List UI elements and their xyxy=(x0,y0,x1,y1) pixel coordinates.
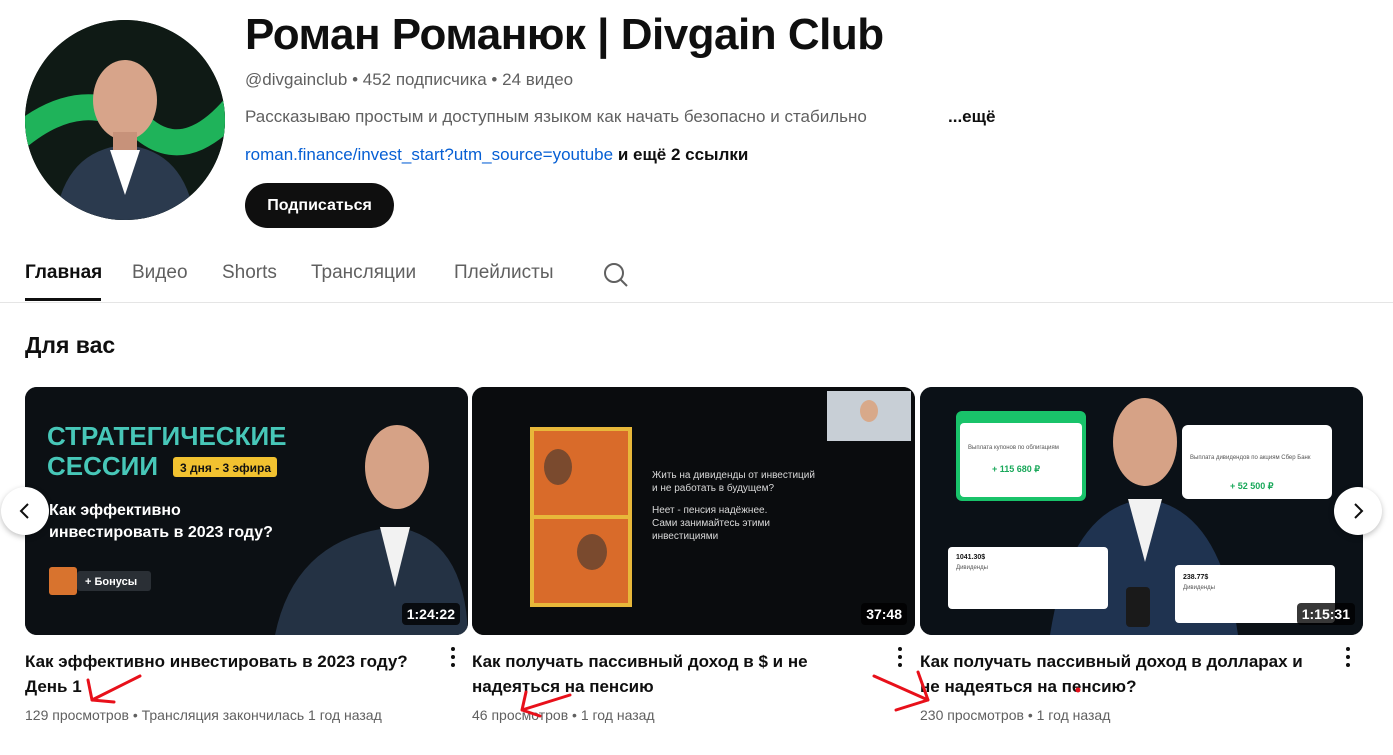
thumb-q2: инвестировать в 2023 году? xyxy=(49,524,273,541)
thumbnail-art: Жить на дивиденды от инвестиций и не раб… xyxy=(472,387,915,635)
thumb-line2: СЕССИИ xyxy=(47,451,158,481)
channel-tabs: Главная Видео Shorts Трансляции Плейлист… xyxy=(0,250,1393,303)
thumb-badge: 3 дня - 3 эфира xyxy=(180,461,271,475)
tab-playlists[interactable]: Плейлисты xyxy=(454,262,553,284)
video-card[interactable]: Жить на дивиденды от инвестиций и не раб… xyxy=(472,387,915,723)
search-icon[interactable] xyxy=(602,261,630,289)
video-meta: 129 просмотров • Трансляция закончилась … xyxy=(25,707,382,723)
more-links[interactable]: и ещё 2 ссылки xyxy=(618,145,749,164)
tab-live[interactable]: Трансляции xyxy=(311,262,416,284)
thumb-a3: инвестициями xyxy=(652,531,718,542)
video-date: 1 год назад xyxy=(580,707,655,723)
more-vert-icon[interactable] xyxy=(1341,645,1355,669)
active-tab-indicator xyxy=(25,298,101,301)
channel-avatar[interactable] xyxy=(25,20,225,220)
video-thumbnail[interactable]: Выплата купонов по облигациям + 115 680 … xyxy=(920,387,1363,635)
thumbnail-art: СТРАТЕГИЧЕСКИЕ СЕССИИ 3 дня - 3 эфира Ка… xyxy=(25,387,468,635)
video-title[interactable]: Как эффективно инвестировать в 2023 году… xyxy=(25,649,425,699)
thumb-div1: Дивиденды xyxy=(956,565,988,571)
thumb-amount2: + 52 500 ₽ xyxy=(1230,481,1274,491)
more-vert-icon[interactable] xyxy=(446,645,460,669)
thumb-q1: Жить на дивиденды от инвестиций xyxy=(652,470,815,481)
thumb-card2-title: Выплата дивидендов по акциям Сбер Банк xyxy=(1190,455,1311,461)
thumb-q1: Как эффективно xyxy=(49,502,181,519)
thumb-receipt1: 1041.30$ xyxy=(956,554,985,561)
video-duration: 37:48 xyxy=(861,603,907,625)
video-card[interactable]: Выплата купонов по облигациям + 115 680 … xyxy=(920,387,1363,723)
video-meta: 46 просмотров • 1 год назад xyxy=(472,707,655,723)
tab-home[interactable]: Главная xyxy=(25,262,102,284)
channel-name: Роман Романюк | Divgain Club xyxy=(245,10,884,59)
chevron-right-icon xyxy=(1354,503,1364,519)
description-more-link[interactable]: ...ещё xyxy=(948,107,995,127)
channel-handle: @divgainclub xyxy=(245,70,348,89)
thumb-q2: и не работать в будущем? xyxy=(652,482,774,494)
channel-links: roman.finance/invest_start?utm_source=yo… xyxy=(245,145,748,165)
video-title[interactable]: Как получать пассивный доход в $ и не на… xyxy=(472,649,872,699)
thumb-amount1: + 115 680 ₽ xyxy=(992,464,1040,474)
video-date: Трансляция закончилась 1 год назад xyxy=(141,707,382,723)
view-count: 129 просмотров xyxy=(25,707,129,723)
thumb-bonus: + Бонусы xyxy=(85,576,137,588)
carousel-prev-button[interactable] xyxy=(1,487,49,535)
view-count: 46 просмотров xyxy=(472,707,569,723)
video-count: 24 видео xyxy=(502,70,574,89)
video-date: 1 год назад xyxy=(1036,707,1111,723)
meta-separator: • xyxy=(491,70,498,89)
view-count: 230 просмотров xyxy=(920,707,1024,723)
thumb-receipt2: 238.77$ xyxy=(1183,574,1208,581)
section-title: Для вас xyxy=(25,332,116,358)
thumbnail-art: Выплата купонов по облигациям + 115 680 … xyxy=(920,387,1363,635)
video-meta: 230 просмотров • 1 год назад xyxy=(920,707,1110,723)
carousel-next-button[interactable] xyxy=(1334,487,1382,535)
video-title[interactable]: Как получать пассивный доход в долларах … xyxy=(920,649,1320,699)
more-vert-icon[interactable] xyxy=(893,645,907,669)
channel-meta: @divgainclub • 452 подписчика • 24 видео xyxy=(245,70,573,90)
video-thumbnail[interactable]: Жить на дивиденды от инвестиций и не раб… xyxy=(472,387,915,635)
thumb-card1-title: Выплата купонов по облигациям xyxy=(968,445,1059,451)
meta-separator: • xyxy=(572,707,577,723)
thumb-div2: Дивиденды xyxy=(1183,585,1215,591)
subscriber-count: 452 подписчика xyxy=(362,70,487,89)
meta-separator: • xyxy=(352,70,359,89)
avatar-portrait xyxy=(25,20,225,220)
meta-separator: • xyxy=(132,707,138,723)
subscribe-button[interactable]: Подписаться xyxy=(245,183,394,228)
meta-separator: • xyxy=(1027,707,1033,723)
video-card[interactable]: СТРАТЕГИЧЕСКИЕ СЕССИИ 3 дня - 3 эфира Ка… xyxy=(25,387,468,723)
video-duration: 1:15:31 xyxy=(1296,603,1355,625)
thumb-line1: СТРАТЕГИЧЕСКИЕ xyxy=(47,421,286,451)
channel-link[interactable]: roman.finance/invest_start?utm_source=yo… xyxy=(245,145,613,164)
thumb-a1: Неет - пенсия надёжнее. xyxy=(652,505,767,516)
video-thumbnail[interactable]: СТРАТЕГИЧЕСКИЕ СЕССИИ 3 дня - 3 эфира Ка… xyxy=(25,387,468,635)
tab-shorts[interactable]: Shorts xyxy=(222,262,277,284)
thumb-a2: Сами занимайтесь этими xyxy=(652,518,770,529)
video-duration: 1:24:22 xyxy=(401,603,460,625)
channel-description[interactable]: Рассказываю простым и доступным языком к… xyxy=(245,107,867,127)
chevron-left-icon xyxy=(19,503,29,519)
tab-videos[interactable]: Видео xyxy=(132,262,188,284)
